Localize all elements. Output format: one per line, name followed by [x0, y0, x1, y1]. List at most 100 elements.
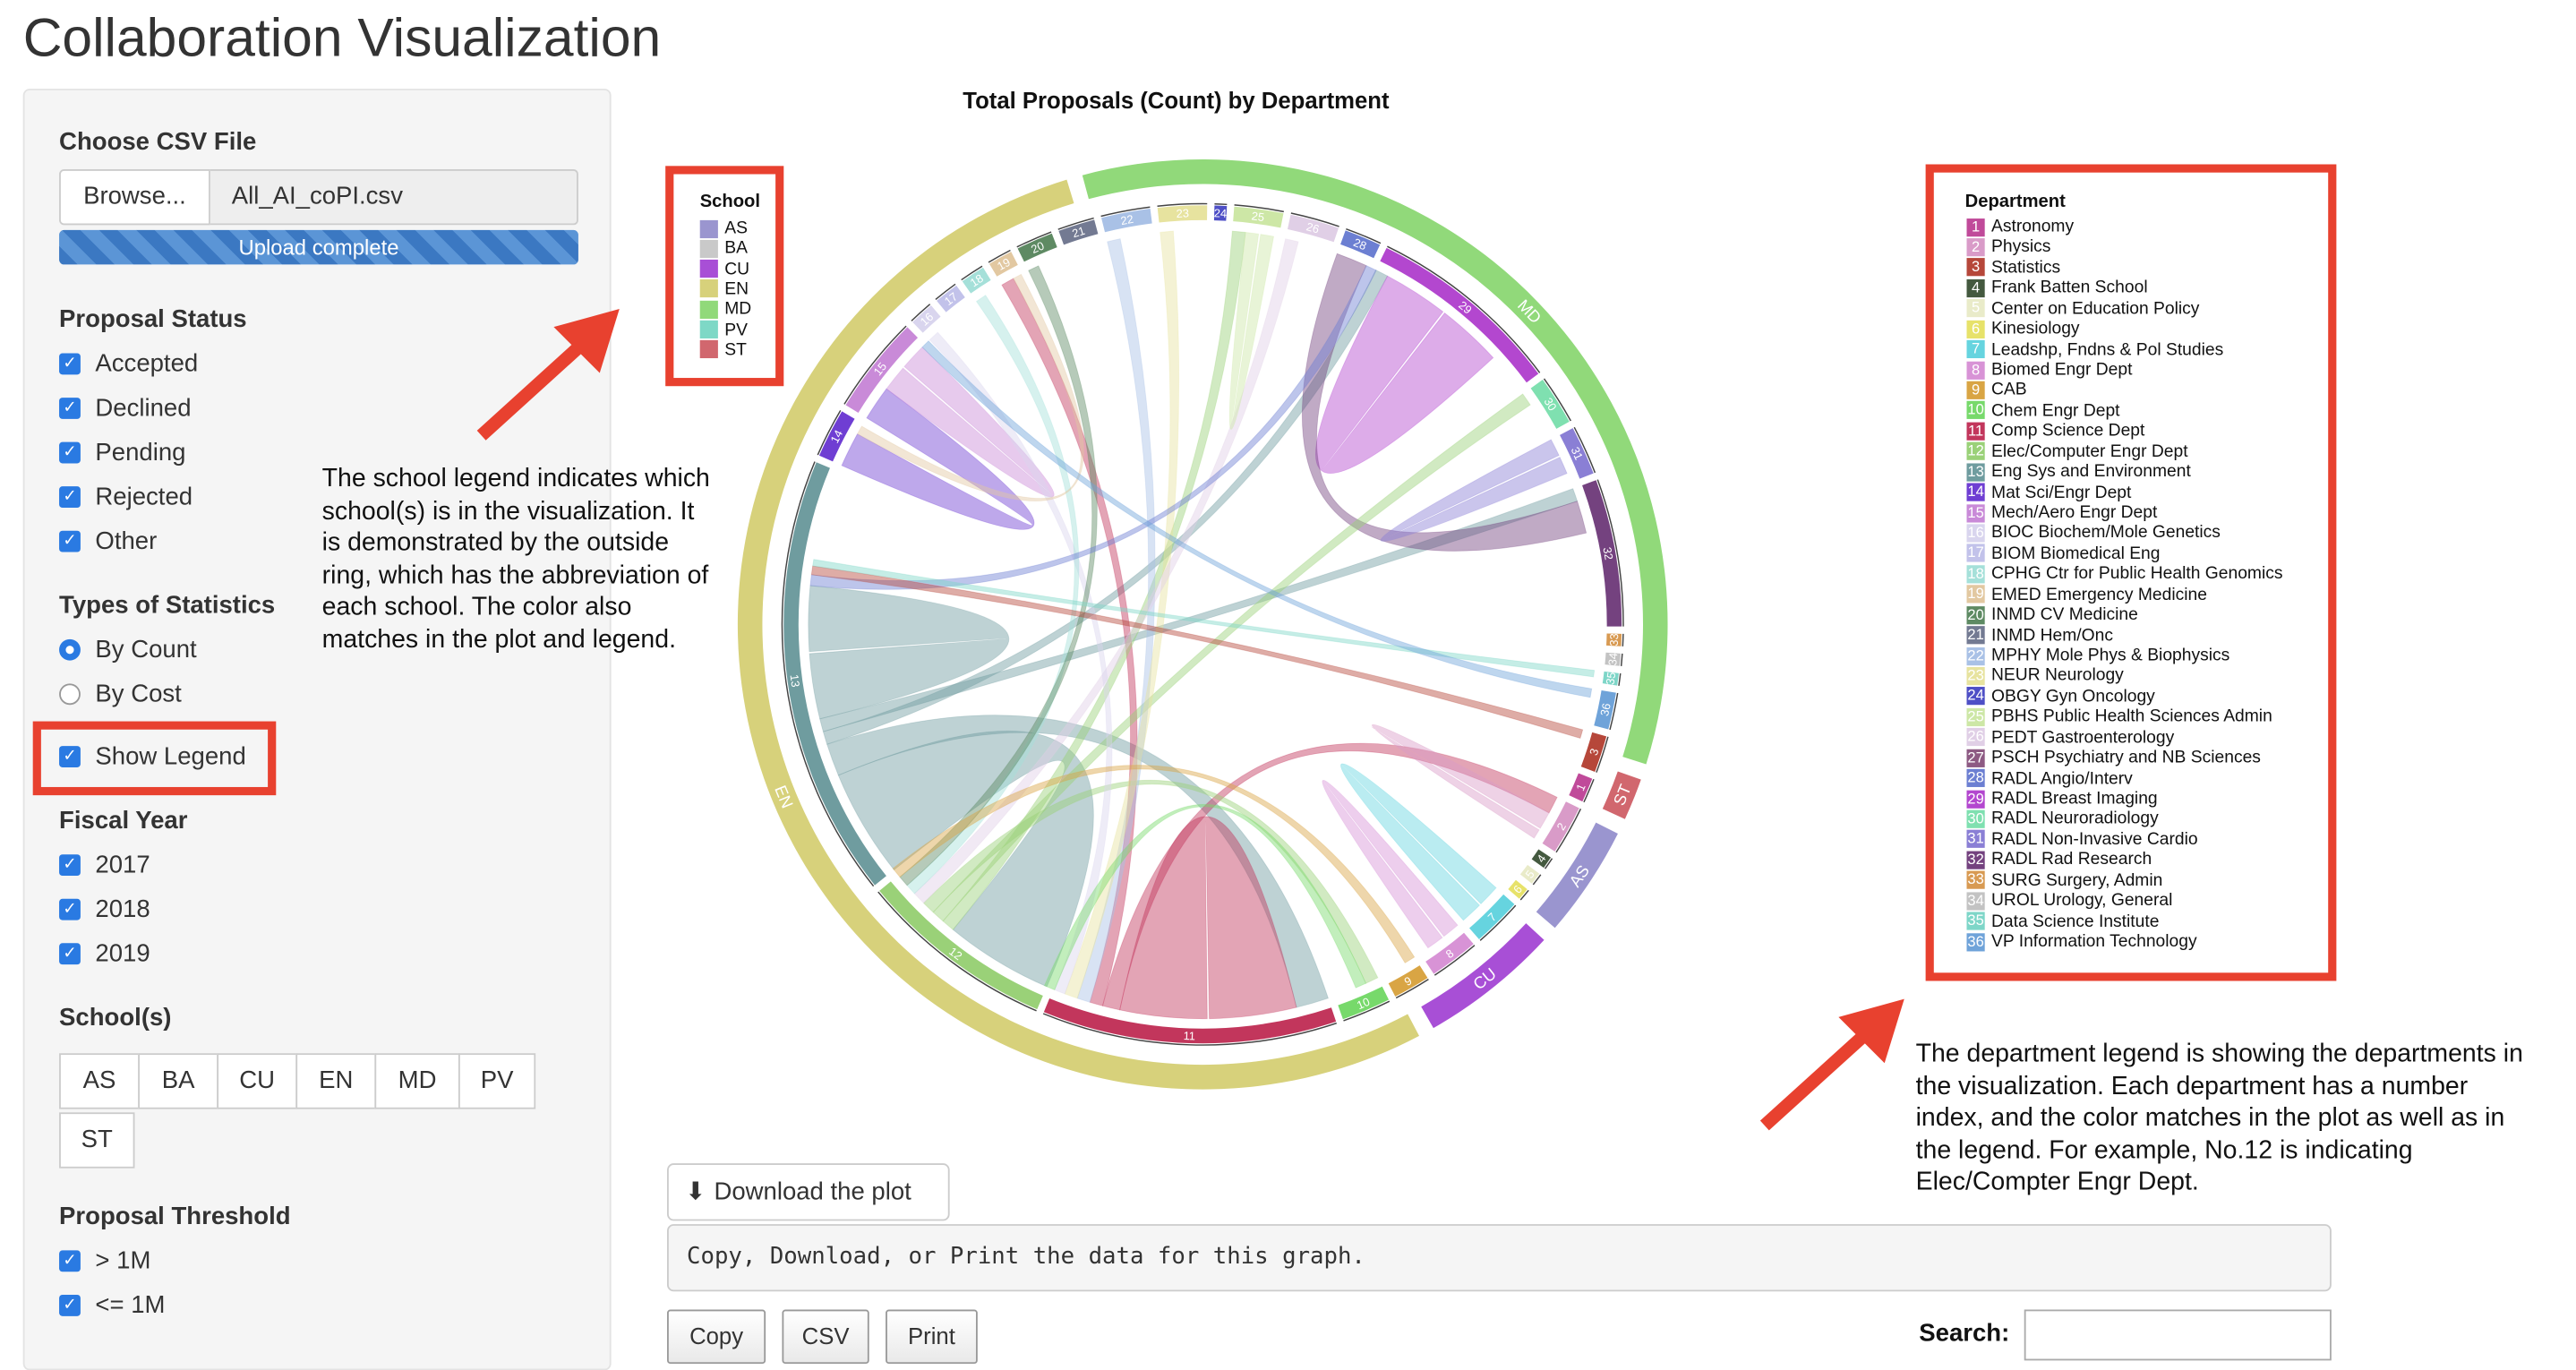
stat-types-label: Types of Statistics [59, 591, 276, 620]
school-button-cu[interactable]: CU [217, 1053, 298, 1109]
department-legend-swatch: 14 [1966, 483, 1985, 501]
checkbox-check-icon: ✓ [59, 1294, 81, 1316]
school-button-pv[interactable]: PV [458, 1053, 536, 1109]
school-legend-item: EN [699, 279, 749, 299]
department-legend-item: 27 PSCH Psychiatry and NB Sciences [1966, 748, 2261, 767]
fy-2019-checkbox[interactable]: ✓ 2019 [59, 940, 150, 968]
department-legend-swatch: 36 [1966, 932, 1985, 951]
department-arc-label: 25 [1251, 209, 1265, 224]
checkbox-check-icon: ✓ [59, 943, 81, 965]
threshold-label: Proposal Threshold [59, 1203, 291, 1231]
department-legend-label: SURG Surgery, Admin [1991, 870, 2163, 891]
chart-title: Total Proposals (Count) by Department [963, 87, 1390, 114]
department-legend-item: 15 Mech/Aero Engr Dept [1966, 503, 2157, 523]
department-legend-item: 1 Astronomy [1966, 217, 2074, 236]
fy-2018-checkbox[interactable]: ✓ 2018 [59, 895, 150, 923]
department-arc-label: 35 [1604, 672, 1619, 686]
department-legend-label: Elec/Computer Engr Dept [1991, 441, 2188, 462]
department-legend-swatch: 19 [1966, 585, 1985, 604]
fy-2017-label: 2017 [95, 851, 150, 879]
department-legend-item: 4 Frank Batten School [1966, 278, 2148, 298]
search-input[interactable] [2024, 1309, 2332, 1361]
school-button-en[interactable]: EN [295, 1053, 377, 1109]
by-count-radio[interactable]: By Count [59, 636, 197, 664]
show-legend-highlight-box [32, 721, 277, 796]
department-legend-swatch: 27 [1966, 749, 1985, 767]
department-legend-item: 10 Chem Engr Dept [1966, 400, 2120, 421]
department-legend-label: RADL Non-Invasive Cardio [1991, 829, 2198, 850]
status-other-checkbox[interactable]: ✓ Other [59, 527, 157, 555]
school-button-st[interactable]: ST [59, 1112, 135, 1169]
search-label: Search: [1919, 1319, 2010, 1348]
checkbox-check-icon: ✓ [59, 854, 81, 877]
department-legend-swatch: 23 [1966, 666, 1985, 686]
checkbox-check-icon: ✓ [59, 898, 81, 920]
checkbox-check-icon: ✓ [59, 398, 81, 419]
fy-2017-checkbox[interactable]: ✓ 2017 [59, 852, 150, 879]
school-legend-swatch [699, 239, 718, 258]
upload-progress-bar: Upload complete [59, 229, 578, 265]
department-legend-label: CPHG Ctr for Public Health Genomics [1991, 563, 2283, 584]
app-title: Collaboration Visualization [22, 6, 662, 68]
school-legend-label: CU [724, 259, 750, 279]
status-declined-checkbox[interactable]: ✓ Declined [59, 394, 192, 423]
proposal-status-label: Proposal Status [59, 305, 247, 334]
status-rejected-checkbox[interactable]: ✓ Rejected [59, 483, 193, 511]
department-legend-item: 23 NEUR Neurology [1966, 666, 2124, 686]
download-plot-label: Download the plot [714, 1177, 911, 1206]
download-plot-button[interactable]: ⬇ Download the plot [667, 1163, 950, 1221]
browse-button[interactable]: Browse... [59, 169, 210, 226]
department-legend-item: 9 CAB [1966, 380, 2027, 400]
school-legend-swatch [699, 300, 718, 319]
department-legend-label: Center on Education Policy [1991, 298, 2200, 319]
school-legend-item: BA [699, 239, 748, 259]
department-legend-label: Eng Sys and Environment [1991, 461, 2191, 482]
department-legend-label: CAB [1991, 380, 2027, 400]
department-legend-swatch: 6 [1966, 320, 1985, 338]
department-axis [1622, 633, 1624, 646]
department-legend-item: 13 Eng Sys and Environment [1966, 461, 2191, 482]
threshold-over-1m-checkbox[interactable]: ✓ > 1M [59, 1247, 150, 1275]
status-accepted-checkbox[interactable]: ✓ Accepted [59, 350, 198, 378]
fiscal-year-label: Fiscal Year [59, 806, 188, 835]
department-legend-item: 29 RADL Breast Imaging [1966, 789, 2158, 809]
department-legend-item: 35 Data Science Institute [1966, 912, 2159, 931]
school-button-md[interactable]: MD [374, 1053, 460, 1109]
download-icon: ⬇ [685, 1177, 706, 1206]
status-other-label: Other [95, 527, 158, 556]
copy-button[interactable]: Copy [667, 1309, 766, 1365]
threshold-over-1m-label: > 1M [95, 1246, 151, 1275]
department-legend-swatch: 28 [1966, 768, 1985, 788]
school-legend-label: ST [724, 339, 747, 360]
department-legend-item: 24 OBGY Gyn Oncology [1966, 687, 2155, 706]
school-legend-title: School [699, 192, 761, 212]
threshold-under-1m-checkbox[interactable]: ✓ <= 1M [59, 1291, 165, 1320]
department-arc-label: 11 [1183, 1029, 1195, 1042]
department-legend-swatch: 1 [1966, 218, 1985, 236]
department-legend: Department 1 Astronomy 2 Physics 3 Statistics… [1925, 164, 2337, 981]
arrow-icon [1759, 998, 1904, 1131]
school-legend-swatch [699, 260, 718, 278]
school-legend-item: AS [699, 218, 748, 238]
department-arc-label: 13 [787, 673, 802, 688]
school-legend-item: MD [699, 299, 751, 319]
print-button[interactable]: Print [886, 1309, 978, 1365]
chord-ribbons [808, 230, 1596, 1020]
school-legend-item: ST [699, 339, 747, 360]
by-cost-radio[interactable]: By Cost [59, 681, 182, 708]
csv-button[interactable]: CSV [782, 1309, 869, 1365]
department-legend-label: Frank Batten School [1991, 278, 2148, 298]
schools-label: School(s) [59, 1004, 172, 1032]
status-accepted-label: Accepted [95, 349, 199, 379]
department-legend-label: Leadshp, Fndns & Pol Studies [1991, 339, 2224, 360]
department-legend-swatch: 34 [1966, 891, 1985, 911]
school-button-as[interactable]: AS [59, 1053, 140, 1109]
department-legend-swatch: 13 [1966, 462, 1985, 482]
school-button-ba[interactable]: BA [138, 1053, 219, 1109]
department-legend-swatch: 24 [1966, 687, 1985, 706]
status-pending-checkbox[interactable]: ✓ Pending [59, 439, 185, 467]
copy-hint-bar: Copy, Download, or Print the data for th… [667, 1224, 2332, 1292]
school-annotation: The school legend indicates which school… [321, 465, 710, 655]
department-legend-swatch: 10 [1966, 401, 1985, 420]
department-legend-swatch: 21 [1966, 626, 1985, 645]
